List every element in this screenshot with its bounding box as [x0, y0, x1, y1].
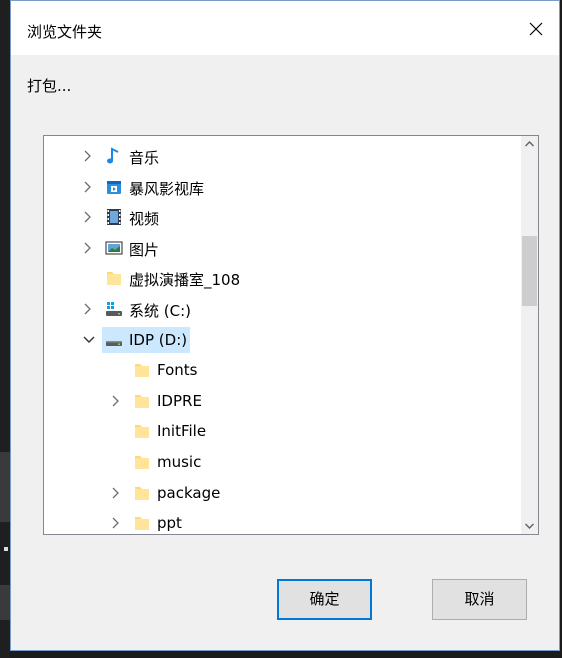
- pictures-icon: [104, 238, 124, 258]
- chevron-right-icon[interactable]: [82, 209, 94, 225]
- scrollbar-thumb[interactable]: [522, 236, 537, 306]
- tree-item[interactable]: 视频: [44, 202, 510, 232]
- tree-item[interactable]: package: [44, 478, 510, 508]
- video-icon: [104, 207, 124, 227]
- browse-folder-dialog: 浏览文件夹 打包... 音乐暴风影视库视频图片虚拟演播室_108 系统 (C:) I…: [10, 0, 560, 651]
- dialog-body: 打包... 音乐暴风影视库视频图片虚拟演播室_108 系统 (C:) IDP (D:…: [11, 55, 559, 650]
- background-window-fragment: [4, 547, 8, 551]
- folder-icon: [132, 360, 152, 380]
- cancel-button[interactable]: 取消: [432, 579, 527, 620]
- background-window-fragment: [0, 452, 10, 522]
- tree-item-label: 虚拟演播室_108: [129, 271, 241, 290]
- tree-item[interactable]: IDPRE: [44, 386, 510, 416]
- tree-item[interactable]: 虚拟演播室_108: [44, 263, 510, 293]
- tree-item[interactable]: 图片: [44, 233, 510, 263]
- chevron-down-icon[interactable]: [82, 332, 95, 348]
- tree-item[interactable]: 系统 (C:): [44, 294, 510, 324]
- tree-item-label: 系统 (C:): [129, 302, 191, 320]
- tree-item-label: ppt: [157, 514, 182, 533]
- tree-item-label: package: [157, 483, 221, 502]
- background-window-strip: [0, 0, 10, 658]
- tree-item-label: IDPRE: [157, 391, 202, 410]
- music-note-icon: [104, 146, 124, 166]
- chevron-down-icon: [525, 523, 534, 529]
- tree-item-label: 图片: [129, 240, 160, 259]
- chevron-right-icon[interactable]: [110, 515, 122, 531]
- folder-icon: [104, 268, 124, 288]
- tree-item-label: 暴风影视库: [129, 179, 205, 198]
- chevron-right-icon[interactable]: [82, 301, 94, 317]
- folder-icon: [132, 513, 152, 533]
- title-bar: 浏览文件夹: [11, 1, 559, 55]
- folder-icon: [132, 421, 152, 441]
- scroll-down-button[interactable]: [521, 517, 538, 534]
- tree-item[interactable]: ppt: [44, 508, 510, 534]
- folder-icon: [132, 391, 152, 411]
- folder-icon: [132, 452, 152, 472]
- tree-item-label: 视频: [129, 210, 160, 229]
- scroll-up-button[interactable]: [521, 136, 538, 153]
- tree-item[interactable]: 暴风影视库: [44, 172, 510, 202]
- tree-item-label: InitFile: [157, 422, 207, 441]
- tree-item-label: IDP (D:): [129, 330, 188, 349]
- folder-tree[interactable]: 音乐暴风影视库视频图片虚拟演播室_108 系统 (C:) IDP (D:) Fonts…: [43, 135, 539, 535]
- chevron-right-icon[interactable]: [82, 148, 94, 164]
- tree-item[interactable]: 音乐: [44, 141, 510, 171]
- chevron-right-icon[interactable]: [110, 393, 122, 409]
- dialog-description: 打包...: [27, 77, 72, 95]
- ok-button[interactable]: 确定: [277, 579, 372, 620]
- tree-item[interactable]: Fonts: [44, 355, 510, 385]
- tree-item-label: 音乐: [129, 149, 160, 167]
- close-icon: [529, 22, 543, 36]
- close-button[interactable]: [513, 9, 559, 49]
- vertical-scrollbar[interactable]: [521, 136, 538, 534]
- tree-item[interactable]: InitFile: [44, 416, 510, 446]
- tree-item-label: Fonts: [157, 361, 198, 380]
- background-window-fragment: [0, 585, 10, 620]
- chevron-up-icon: [525, 141, 534, 147]
- tree-item-selected[interactable]: IDP (D:): [44, 325, 510, 355]
- dialog-title: 浏览文件夹: [27, 23, 103, 41]
- tree-item-label: music: [157, 453, 202, 471]
- chevron-right-icon[interactable]: [82, 240, 94, 256]
- media-library-icon: [104, 177, 124, 197]
- tree-item[interactable]: music: [44, 447, 510, 477]
- folder-icon: [132, 483, 152, 503]
- system-drive-icon: [104, 299, 124, 319]
- chevron-right-icon[interactable]: [82, 179, 94, 195]
- chevron-right-icon[interactable]: [110, 485, 122, 501]
- drive-icon: [104, 330, 124, 350]
